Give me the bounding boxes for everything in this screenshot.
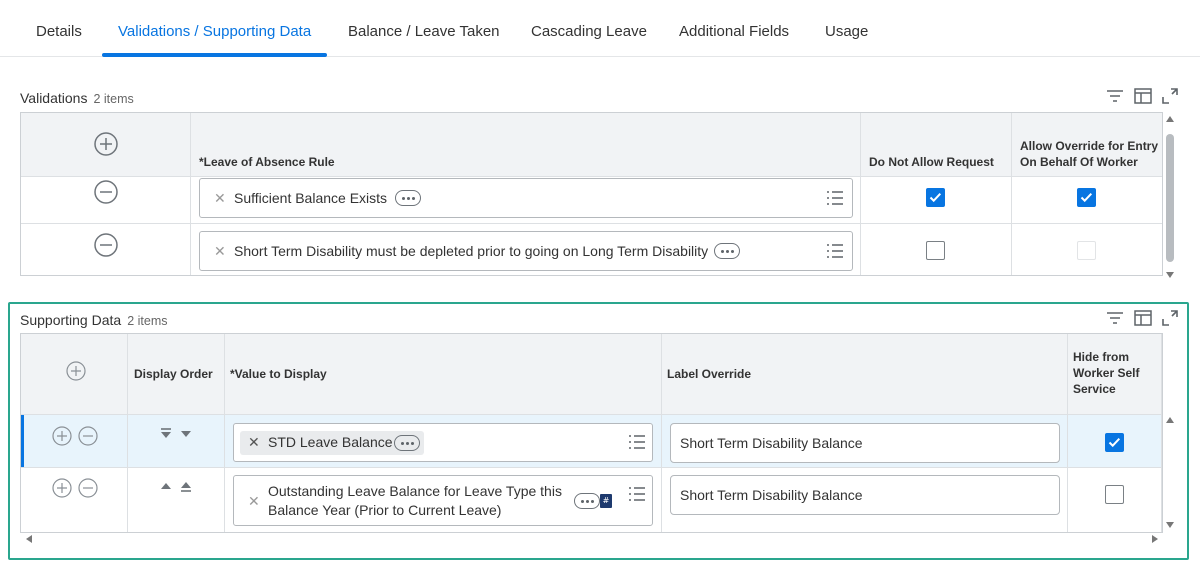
divider xyxy=(21,414,1162,415)
supporting-vertical-scrollbar[interactable] xyxy=(1163,415,1177,530)
validations-title: Validations 2 items xyxy=(20,90,134,106)
list-icon[interactable] xyxy=(826,190,844,206)
value-to-display-prompt[interactable]: ✕ Outstanding Leave Balance for Leave Ty… xyxy=(233,475,653,526)
leave-rule-prompt[interactable]: ✕ Short Term Disability must be depleted… xyxy=(199,231,853,271)
tab-bar: Details Validations / Supporting Data Ba… xyxy=(0,0,1200,57)
label-override-value: Short Term Disability Balance xyxy=(680,435,863,451)
sort-up-icon[interactable] xyxy=(160,480,172,492)
list-icon[interactable] xyxy=(826,243,844,259)
ellipsis-icon[interactable] xyxy=(574,493,600,509)
header-label-override: Label Override xyxy=(667,367,752,381)
tab-details[interactable]: Details xyxy=(20,0,98,57)
divider xyxy=(21,223,1162,224)
tab-additional-fields[interactable]: Additional Fields xyxy=(663,0,805,57)
header-value-to-display: *Value to Display xyxy=(230,367,327,381)
allow-override-checkbox[interactable] xyxy=(1077,188,1096,207)
minus-circle-icon[interactable] xyxy=(94,180,118,204)
header-leave-rule: *Leave of Absence Rule xyxy=(199,155,335,169)
label-override-value: Short Term Disability Balance xyxy=(680,487,863,503)
supporting-title-text: Supporting Data xyxy=(20,312,122,328)
validations-toolbar xyxy=(1106,88,1178,104)
supporting-col-order xyxy=(128,334,225,532)
filter-icon[interactable] xyxy=(1106,88,1124,104)
value-to-display-prompt[interactable]: ✕ STD Leave Balance xyxy=(233,423,653,462)
do-not-allow-checkbox[interactable] xyxy=(926,188,945,207)
minus-circle-icon[interactable] xyxy=(78,478,98,498)
columns-icon[interactable] xyxy=(1134,88,1152,104)
tab-usage[interactable]: Usage xyxy=(809,0,884,57)
sort-up-icon[interactable] xyxy=(180,480,192,492)
number-badge-icon: # xyxy=(600,494,612,508)
label-override-input[interactable]: Short Term Disability Balance xyxy=(670,423,1060,463)
ellipsis-icon[interactable] xyxy=(395,190,421,206)
value-to-display-text: STD Leave Balance xyxy=(268,434,393,450)
columns-icon[interactable] xyxy=(1134,310,1152,326)
supporting-title: Supporting Data 2 items xyxy=(20,312,167,328)
leave-rule-prompt[interactable]: ✕ Sufficient Balance Exists xyxy=(199,178,853,218)
validations-table: *Leave of Absence Rule Do Not Allow Requ… xyxy=(20,112,1163,276)
hide-worker-self-service-checkbox[interactable] xyxy=(1105,433,1124,452)
expand-icon[interactable] xyxy=(1162,88,1178,104)
label-override-input[interactable]: Short Term Disability Balance xyxy=(670,475,1060,515)
close-icon[interactable]: ✕ xyxy=(214,243,226,260)
validations-title-text: Validations xyxy=(20,90,88,106)
plus-circle-icon[interactable] xyxy=(52,478,72,498)
leave-rule-value: Sufficient Balance Exists xyxy=(234,190,388,206)
tab-cascading-leave[interactable]: Cascading Leave xyxy=(515,0,663,57)
do-not-allow-checkbox[interactable] xyxy=(926,241,945,260)
validations-count: 2 items xyxy=(93,92,134,106)
supporting-count: 2 items xyxy=(127,314,168,328)
divider xyxy=(21,176,1162,177)
ellipsis-icon[interactable] xyxy=(714,243,740,259)
sort-down-icon[interactable] xyxy=(180,428,192,440)
tab-balance-leave-taken[interactable]: Balance / Leave Taken xyxy=(332,0,516,57)
supporting-toolbar xyxy=(1106,310,1178,326)
header-allow-override: Allow Override for Entry On Behalf Of Wo… xyxy=(1020,139,1159,169)
value-to-display-text-line2: Balance Year (Prior to Current Leave) xyxy=(268,502,502,518)
header-do-not-allow: Do Not Allow Request xyxy=(869,155,994,169)
close-icon[interactable]: ✕ xyxy=(248,434,260,451)
plus-circle-icon[interactable] xyxy=(94,132,118,156)
sort-down-icon[interactable] xyxy=(160,428,172,440)
leave-rule-value: Short Term Disability must be depleted p… xyxy=(234,243,709,259)
list-icon[interactable] xyxy=(628,486,646,502)
plus-circle-icon[interactable] xyxy=(52,426,72,446)
filter-icon[interactable] xyxy=(1106,310,1124,326)
close-icon[interactable]: ✕ xyxy=(248,493,260,510)
value-to-display-text-line1: Outstanding Leave Balance for Leave Type… xyxy=(268,483,562,499)
divider xyxy=(21,467,1162,468)
minus-circle-icon[interactable] xyxy=(94,233,118,257)
supporting-horizontal-scrollbar[interactable] xyxy=(23,533,1161,545)
allow-override-checkbox xyxy=(1077,241,1096,260)
header-display-order: Display Order xyxy=(134,367,213,381)
expand-icon[interactable] xyxy=(1162,310,1178,326)
header-hide-worker-self-service: Hide from Worker Self Service xyxy=(1073,350,1140,396)
supporting-table: Display Order *Value to Display Label Ov… xyxy=(20,333,1163,543)
hide-worker-self-service-checkbox[interactable] xyxy=(1105,485,1124,504)
list-icon[interactable] xyxy=(628,434,646,450)
tab-validations-supporting-data[interactable]: Validations / Supporting Data xyxy=(102,0,328,57)
plus-circle-icon[interactable] xyxy=(66,361,86,381)
validations-scrollbar[interactable] xyxy=(1163,114,1177,280)
close-icon[interactable]: ✕ xyxy=(214,190,226,207)
minus-circle-icon[interactable] xyxy=(78,426,98,446)
ellipsis-icon[interactable] xyxy=(394,435,420,451)
